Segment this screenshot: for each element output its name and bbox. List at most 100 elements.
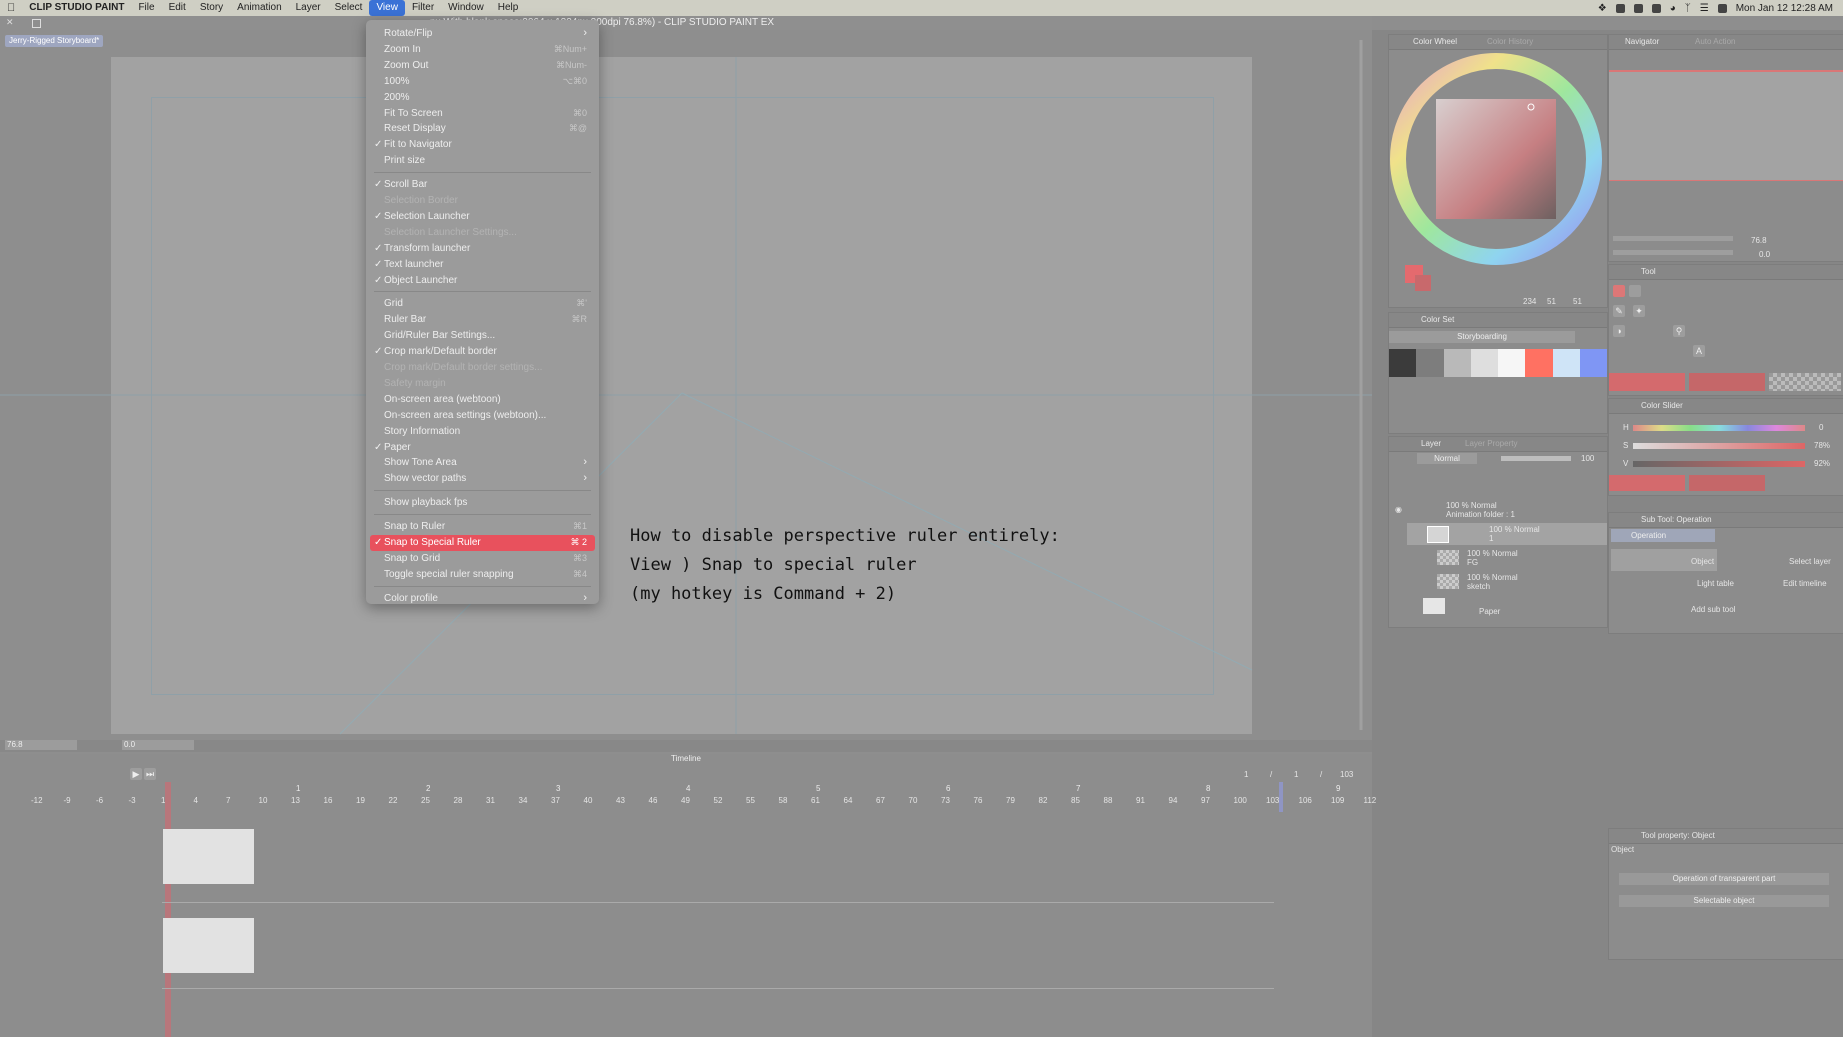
hue-slider[interactable] — [1633, 425, 1805, 431]
menu-item-reset-display[interactable]: Reset Display ⌘@ — [366, 121, 599, 137]
screen-mirror-icon[interactable] — [1651, 3, 1661, 13]
menu-item-show-playback-fps[interactable]: Show playback fps — [366, 495, 599, 511]
color-wheel[interactable] — [1389, 51, 1607, 307]
menu-item-safety-margin[interactable]: Safety margin — [366, 376, 599, 392]
play-icon[interactable]: ▶ — [130, 768, 142, 780]
zoom-slider[interactable] — [1613, 236, 1733, 241]
saturation-slider[interactable] — [1633, 443, 1805, 449]
bluetooth-icon[interactable]: ᛉ — [1685, 3, 1691, 14]
menu-item-100[interactable]: 100% ⌥⌘0 — [366, 74, 599, 90]
tool-zoom-icon[interactable]: ⚲ — [1673, 325, 1685, 337]
menu-item-transform-launcher[interactable]: ✓ Transform launcher — [366, 241, 599, 257]
swatch-7[interactable] — [1552, 349, 1580, 377]
sub-tool-object[interactable]: Object — [1611, 549, 1717, 571]
menu-item-selection-border[interactable]: Selection Border — [366, 193, 599, 209]
zoom-field[interactable]: 76.8 — [5, 740, 77, 750]
rotate-slider[interactable] — [1613, 250, 1733, 255]
tool-brush-icon[interactable]: ✦ — [1633, 305, 1645, 317]
wifi-icon[interactable]: ☰ — [1700, 3, 1709, 14]
sub-tool-light-table[interactable]: Light table — [1697, 579, 1734, 588]
headphones-icon[interactable]: ◕ — [1670, 3, 1676, 14]
menu-item-selection-launcher-settings[interactable]: Selection Launcher Settings... — [366, 225, 599, 241]
layer-row[interactable]: ◉ 100 % Normal Animation folder : 1 — [1389, 499, 1607, 521]
tool-move-icon[interactable] — [1629, 285, 1641, 297]
layer-row[interactable]: 100 % Normal sketch — [1407, 571, 1607, 593]
menu-item-story-information[interactable]: Story Information — [366, 424, 599, 440]
sub-tool-select-layer[interactable]: Select layer — [1789, 557, 1831, 566]
menu-item-fit-to-screen[interactable]: Fit To Screen ⌘0 — [366, 106, 599, 122]
menu-item-fit-to-navigator[interactable]: ✓ Fit to Navigator — [366, 137, 599, 153]
tab-layer[interactable]: Layer — [1421, 439, 1441, 448]
menu-item-crop-mark-default-border[interactable]: ✓ Crop mark/Default border — [366, 344, 599, 360]
menu-item-print-size[interactable]: Print size — [366, 153, 599, 169]
swatch-5[interactable] — [1498, 349, 1526, 377]
tab-navigator[interactable]: Navigator — [1625, 37, 1659, 46]
tool-text-icon[interactable]: A — [1693, 345, 1705, 357]
tab-layer-property[interactable]: Layer Property — [1465, 439, 1517, 448]
selectable-object-select[interactable]: Selectable object — [1619, 895, 1829, 907]
menu-item-grid[interactable]: Grid ⌘' — [366, 296, 599, 312]
menu-item-on-screen-area-settings-webtoon[interactable]: On-screen area settings (webtoon)... — [366, 408, 599, 424]
layer-row[interactable]: 100 % Normal 1 — [1407, 523, 1607, 545]
menu-item-paper[interactable]: ✓ Paper — [366, 440, 599, 456]
menu-item-object-launcher[interactable]: ✓ Object Launcher — [366, 273, 599, 289]
menu-item-scroll-bar[interactable]: ✓ Scroll Bar — [366, 177, 599, 193]
clock[interactable]: Mon Jan 12 12:28 AM — [1736, 3, 1833, 14]
menu-item-200[interactable]: 200% — [366, 90, 599, 106]
layer-row[interactable]: 100 % Normal FG — [1407, 547, 1607, 569]
menu-item-color-profile[interactable]: Color profile › — [366, 591, 599, 607]
cel-block[interactable] — [163, 918, 254, 973]
add-sub-tool-button[interactable]: Add sub tool — [1691, 605, 1735, 614]
swatch-6[interactable] — [1525, 349, 1553, 377]
main-color-chip[interactable] — [1609, 373, 1685, 391]
navigator-preview[interactable] — [1609, 70, 1843, 181]
menu-item-toggle-special-ruler-snapping[interactable]: Toggle special ruler snapping ⌘4 — [366, 567, 599, 583]
menu-item-selection-launcher[interactable]: ✓ Selection Launcher — [366, 209, 599, 225]
control-center-icon[interactable] — [1717, 3, 1727, 13]
swatch-3[interactable] — [1443, 349, 1471, 377]
menu-item-ruler-bar[interactable]: Ruler Bar ⌘R — [366, 312, 599, 328]
swatch-1[interactable] — [1389, 349, 1417, 377]
swatch-2[interactable] — [1416, 349, 1444, 377]
cel-block[interactable] — [163, 829, 254, 884]
tab-color-history[interactable]: Color History — [1487, 37, 1533, 46]
dropbox-icon[interactable]: ❖ — [1598, 3, 1607, 14]
blend-mode-select[interactable]: Normal — [1417, 453, 1477, 464]
tab-auto-action[interactable]: Auto Action — [1695, 37, 1735, 46]
slider-sub-color[interactable] — [1689, 475, 1765, 491]
menu-item-snap-to-grid[interactable]: Snap to Grid ⌘3 — [366, 551, 599, 567]
menu-item-zoom-out[interactable]: Zoom Out ⌘Num- — [366, 58, 599, 74]
menu-item-show-tone-area[interactable]: Show Tone Area › — [366, 455, 599, 471]
menu-item-grid-ruler-bar-settings[interactable]: Grid/Ruler Bar Settings... — [366, 328, 599, 344]
menu-item-rotate-flip[interactable]: Rotate/Flip › — [366, 26, 599, 42]
tool-pen-icon[interactable]: ✎ — [1613, 305, 1625, 317]
menu-item-snap-to-special-ruler[interactable]: ✓ Snap to Special Ruler ⌘ 2 — [370, 535, 595, 551]
transparent-part-select[interactable]: Operation of transparent part — [1619, 873, 1829, 885]
menu-item-zoom-in[interactable]: Zoom In ⌘Num+ — [366, 42, 599, 58]
opacity-slider[interactable] — [1501, 456, 1571, 461]
value-slider[interactable] — [1633, 461, 1805, 467]
end-marker[interactable] — [1279, 782, 1283, 812]
timeline-track[interactable] — [162, 916, 1274, 989]
menu-item-crop-mark-default-border-settings[interactable]: Crop mark/Default border settings... — [366, 360, 599, 376]
layer-row[interactable]: Paper — [1389, 595, 1607, 617]
sub-color-chip[interactable] — [1689, 373, 1765, 391]
timeline-track[interactable] — [162, 820, 1274, 903]
color-set-select[interactable]: Storyboarding — [1389, 331, 1575, 343]
transparent-chip[interactable] — [1769, 373, 1841, 391]
sub-tool-edit-timeline[interactable]: Edit timeline — [1783, 579, 1827, 588]
sub-tool-tab-operation[interactable]: Operation — [1611, 529, 1715, 542]
swatch-8[interactable] — [1579, 349, 1607, 377]
tool-operation-icon[interactable] — [1613, 285, 1625, 297]
menu-item-snap-to-ruler[interactable]: Snap to Ruler ⌘1 — [366, 519, 599, 535]
swatch-4[interactable] — [1470, 349, 1498, 377]
timeline-ruler[interactable]: -12 -9 -6 -3 1 4 7 10 13 16 19 22 25 28 31 34 37 40 43 46 49… — [0, 782, 1376, 812]
font-book-icon[interactable] — [1633, 3, 1643, 13]
menu-item-text-launcher[interactable]: ✓ Text launcher — [366, 257, 599, 273]
next-frame-icon[interactable]: ⏭ — [144, 768, 156, 780]
slider-main-color[interactable] — [1609, 475, 1685, 491]
tool-fill-icon[interactable]: ◑ — [1613, 325, 1625, 337]
menu-item-on-screen-area-webtoon[interactable]: On-screen area (webtoon) — [366, 392, 599, 408]
rotation-field[interactable]: 0.0 — [122, 740, 194, 750]
menu-item-show-vector-paths[interactable]: Show vector paths › — [366, 471, 599, 487]
